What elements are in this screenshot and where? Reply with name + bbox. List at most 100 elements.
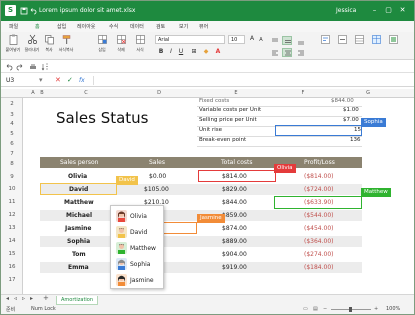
format-painter-button[interactable]: 서식복사 [58,34,74,53]
row-header[interactable]: 6 [1,141,23,147]
conditional-format-button[interactable] [368,34,384,47]
font-color-icon[interactable]: A [214,48,222,56]
save-icon[interactable] [20,7,28,15]
page-layout-icon[interactable]: ▤ [313,306,318,312]
undo-icon[interactable] [5,63,13,71]
tab-home[interactable]: 홈 [35,23,40,30]
align-top-icon[interactable] [269,36,279,45]
tab-data[interactable]: 데이터 [130,23,144,30]
cell-profit[interactable]: ($724.00) [304,186,334,193]
zoom-out-icon[interactable]: − [323,306,327,312]
close-icon[interactable]: ✕ [397,5,408,16]
column-header-g[interactable]: G [358,90,378,96]
tab-review[interactable]: 검토 [156,23,165,30]
font-size-select[interactable]: 10 [228,35,245,44]
row-header[interactable]: 14 [1,238,23,244]
sheet-tab-amortization[interactable]: Amortization [56,296,99,305]
align-bottom-icon[interactable] [295,36,305,45]
row-header[interactable]: 2 [1,101,23,107]
cell-profit[interactable]: ($274.00) [304,251,334,258]
cell-costs[interactable]: $874.00 [222,225,247,232]
collaborator-list-item[interactable]: David [114,225,162,239]
tab-formula[interactable]: 수식 [109,23,118,30]
header-profit-loss[interactable]: Profit/Loss [304,159,335,166]
insert-cells-button[interactable]: 삽입 [94,34,110,53]
next-sheet-icon[interactable]: ▹ [22,295,25,302]
tab-view[interactable]: 보기 [179,23,188,30]
zoom-in-icon[interactable]: + [374,306,378,312]
breakeven-value[interactable]: 136 [350,137,361,143]
header-total-costs[interactable]: Total costs [221,159,253,166]
cell-name[interactable]: Jasmine [65,225,92,232]
name-box-dropdown-icon[interactable]: ▾ [39,76,43,84]
breakeven-label[interactable]: Break-even point [199,137,246,143]
first-sheet-icon[interactable]: ◂ [6,295,9,302]
cell-costs[interactable]: $889.00 [222,238,247,245]
redo-icon[interactable] [16,63,24,71]
copy-button[interactable]: 복사 [41,34,57,53]
variable-costs-label[interactable]: Variable costs per Unit [199,107,261,113]
merge-button[interactable] [334,34,350,47]
align-left-icon[interactable] [269,48,279,57]
column-header-b[interactable]: B [32,90,52,96]
cut-button[interactable]: 잘라내기 [24,34,40,53]
cell-name[interactable]: Sophia [67,238,90,245]
collaborator-list-item[interactable]: Matthew [114,241,162,255]
collaborator-list-item[interactable]: Sophia [114,257,162,271]
function-icon[interactable]: fx [79,77,85,84]
row-header[interactable]: 7 [1,151,23,157]
minimize-icon[interactable]: – [369,5,380,16]
cell-name[interactable]: Tom [72,251,86,258]
align-center-icon[interactable] [282,48,292,57]
row-header[interactable]: 9 [1,174,23,180]
column-header-e[interactable]: E [226,90,246,96]
normal-view-icon[interactable]: ▭ [303,306,308,312]
row-header[interactable]: 12 [1,212,23,218]
header-sales[interactable]: Sales [149,159,165,166]
column-header-f[interactable]: F [293,90,313,96]
cell-name[interactable]: Michael [66,212,92,219]
row-header[interactable]: 17 [1,277,23,283]
cell-costs[interactable]: $904.00 [222,251,247,258]
zoom-slider-thumb[interactable] [349,307,352,312]
selling-price-value[interactable]: $7.00 [343,117,359,123]
cell-styles-button[interactable] [385,34,401,47]
row-header[interactable]: 8 [1,161,23,167]
row-header[interactable]: 13 [1,225,23,231]
sheet-title[interactable]: Sales Status [56,109,149,127]
decrease-font-icon[interactable]: A [257,36,265,44]
tab-insert[interactable]: 삽입 [57,23,66,30]
row-header[interactable]: 3 [1,112,23,118]
add-sheet-icon[interactable]: + [43,294,49,302]
cell-costs[interactable]: $919.00 [222,264,247,271]
row-header[interactable]: 10 [1,186,23,192]
selling-price-label[interactable]: Selling price per Unit [199,117,257,123]
zoom-level[interactable]: 100% [386,306,400,312]
bold-icon[interactable]: B [157,48,165,56]
underline-icon[interactable]: U [177,48,185,56]
border-icon[interactable]: ⊞ [190,48,198,56]
font-name-select[interactable]: Arial [155,35,225,44]
cell-costs[interactable]: $844.00 [222,199,247,206]
fixed-costs-value[interactable]: $844.00 [331,98,354,104]
user-name[interactable]: Jessica [336,7,356,14]
cell-profit[interactable]: ($364.00) [304,238,334,245]
tab-file[interactable]: 파일 [9,23,18,30]
cell-profit[interactable]: ($184.00) [304,264,334,271]
row-header[interactable]: 5 [1,131,23,137]
unit-rise-label[interactable]: Unit rise [199,127,222,133]
fixed-costs-label[interactable]: Fixed costs [199,98,229,104]
cell-name[interactable]: Emma [68,264,89,271]
cell-profit[interactable]: ($544.00) [304,212,334,219]
last-sheet-icon[interactable]: ▸ [30,295,33,302]
align-right-icon[interactable] [295,48,305,57]
cell-profit[interactable]: ($814.00) [304,173,334,180]
cell-name[interactable]: Matthew [64,199,94,206]
variable-costs-value[interactable]: $1.00 [343,107,359,113]
tab-layout[interactable]: 레이아웃 [77,23,95,30]
sort-icon[interactable] [41,63,49,71]
row-header[interactable]: 16 [1,264,23,270]
maximize-icon[interactable]: ▢ [383,5,394,16]
column-header-c[interactable]: C [76,90,96,96]
tab-viewer[interactable]: 뷰어 [199,23,208,30]
